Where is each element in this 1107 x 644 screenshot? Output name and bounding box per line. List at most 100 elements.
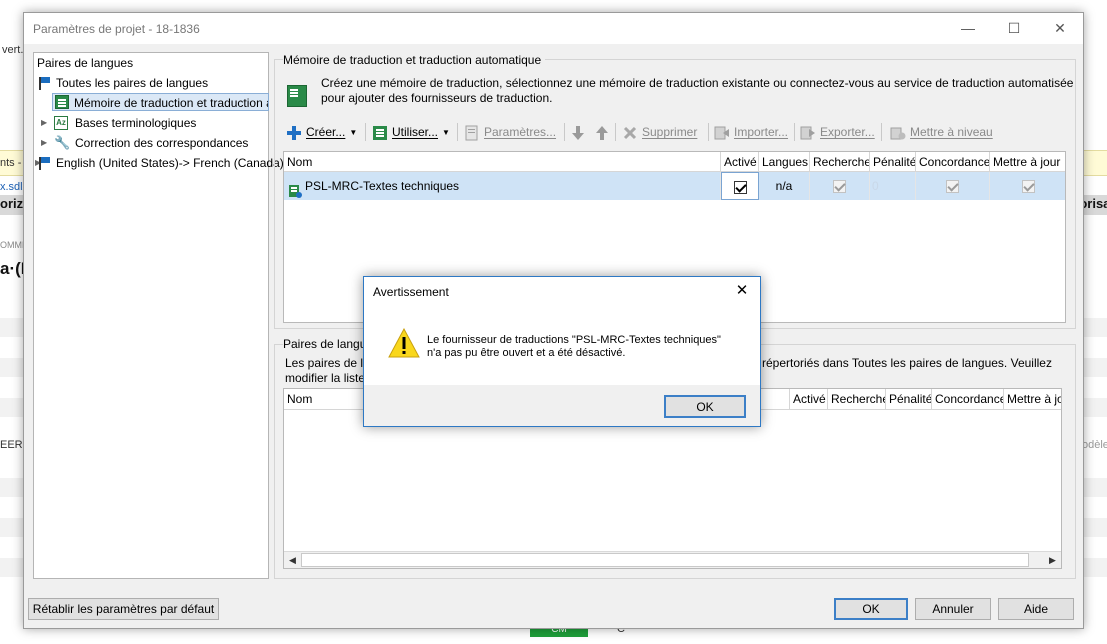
expand-arrow-icon[interactable]: ▶	[41, 114, 47, 132]
update-cell[interactable]	[990, 172, 1065, 200]
create-button[interactable]: Créer... ▼	[286, 120, 357, 144]
tm-section-title: Mémoire de traduction et traduction auto…	[283, 53, 546, 67]
settings-label: Paramètres...	[484, 125, 557, 139]
col-header-search[interactable]: Recherche	[828, 389, 886, 409]
search-cell[interactable]	[810, 172, 870, 200]
import-label: Importer...	[734, 125, 789, 139]
dialog-message-line: Le fournisseur de traductions "PSL-MRC-T…	[427, 334, 721, 346]
languages-cell: n/a	[759, 172, 810, 200]
col-header-concordance[interactable]: Concordance	[916, 152, 990, 172]
lp-description-right: répertoriés dans Toutes les paires de la…	[762, 356, 1052, 370]
tree-item-label: Bases terminologiques	[75, 116, 197, 130]
concordance-cell[interactable]	[916, 172, 990, 200]
col-header-search[interactable]: Recherche	[810, 152, 870, 172]
horizontal-scrollbar[interactable]: ◀ ▶	[284, 551, 1061, 568]
tm-description-line: Créez une mémoire de traduction, sélecti…	[321, 76, 1074, 90]
import-icon	[714, 125, 730, 141]
toolbar-separator	[457, 123, 458, 141]
upgrade-icon	[890, 125, 906, 141]
translation-memory-icon	[55, 95, 69, 109]
arrow-up-icon	[594, 125, 610, 141]
export-button[interactable]: Exporter...	[800, 120, 875, 144]
bg-fragment: EERI	[0, 439, 26, 451]
scroll-left-icon[interactable]: ◀	[285, 552, 300, 568]
col-header-languages[interactable]: Langues	[759, 152, 810, 172]
tm-description-line: pour ajouter des fournisseurs de traduct…	[321, 91, 553, 105]
toolbar-separator	[708, 123, 709, 141]
col-header-penalty[interactable]: Pénalité	[870, 152, 916, 172]
bg-fragment: odèle	[1082, 439, 1107, 451]
translation-memory-large-icon	[287, 85, 307, 107]
translation-memory-icon	[288, 180, 302, 198]
col-header-penalty[interactable]: Pénalité	[886, 389, 932, 409]
dropdown-arrow-icon[interactable]: ▼	[442, 128, 450, 137]
maximize-button[interactable]: ☐	[991, 13, 1037, 44]
settings-button[interactable]: Paramètres...	[464, 120, 556, 144]
settings-tree: Paires de langues Toutes les paires de l…	[33, 52, 284, 579]
tree-item-termbases[interactable]: Az Bases terminologiques	[54, 114, 264, 132]
dialog-close-icon[interactable]: ✕	[730, 281, 754, 299]
scroll-right-icon[interactable]: ▶	[1045, 552, 1060, 568]
tree-item-language-pair-en-fr[interactable]: English (United States)-> French (Canada…	[37, 154, 284, 172]
plus-icon	[286, 125, 302, 141]
bg-fragment: vert.	[2, 44, 24, 56]
col-header-update[interactable]: Mettre à jo	[1004, 389, 1061, 409]
settings-icon	[464, 125, 480, 141]
close-button[interactable]: ✕	[1037, 13, 1083, 44]
concordance-checkbox[interactable]	[946, 180, 959, 194]
table-row[interactable]: PSL-MRC-Textes techniques n/a 0	[284, 172, 1065, 200]
move-down-button[interactable]	[570, 120, 590, 144]
upgrade-button[interactable]: Mettre à niveau	[890, 120, 993, 144]
enabled-cell[interactable]	[721, 172, 759, 200]
tree-item-translation-memory[interactable]: Mémoire de traduction et traduction auto…	[52, 93, 269, 111]
delete-label: Supprimer	[642, 125, 698, 139]
col-header-enabled[interactable]: Activé	[721, 152, 759, 172]
export-icon	[800, 125, 816, 141]
minimize-button[interactable]: —	[945, 13, 991, 44]
create-label: Créer...	[306, 125, 346, 139]
tree-item-all-language-pairs[interactable]: Toutes les paires de langues	[37, 74, 265, 92]
reset-defaults-button[interactable]: Rétablir les paramètres par défaut	[28, 598, 219, 620]
arrow-down-icon	[570, 125, 586, 141]
dialog-title: Avertissement	[373, 285, 449, 299]
col-header-concordance[interactable]: Concordance	[932, 389, 1004, 409]
tree-item-match-repair[interactable]: 🔧 Correction des correspondances	[54, 134, 264, 152]
scrollbar-thumb[interactable]	[301, 553, 1029, 567]
tree-root-language-pairs[interactable]: Paires de langues	[37, 54, 133, 72]
enabled-checkbox[interactable]	[733, 181, 747, 195]
delete-button[interactable]: Supprimer	[622, 120, 697, 144]
tree-item-label: English (United States)-> French (Canada…	[56, 156, 284, 170]
dropdown-arrow-icon[interactable]: ▼	[349, 128, 357, 137]
toolbar-separator	[564, 123, 565, 141]
tm-name-cell[interactable]: PSL-MRC-Textes techniques	[284, 172, 721, 200]
ok-button[interactable]: OK	[834, 598, 908, 620]
tree-item-label: Correction des correspondances	[75, 136, 249, 150]
warning-dialog: Avertissement ✕ Le fournisseur de traduc…	[363, 276, 761, 427]
toolbar-separator	[794, 123, 795, 141]
dialog-titlebar[interactable]: Avertissement ✕	[364, 277, 760, 307]
col-header-enabled[interactable]: Activé	[790, 389, 828, 409]
dialog-ok-button[interactable]: OK	[664, 395, 746, 418]
search-checkbox[interactable]	[833, 180, 846, 194]
import-button[interactable]: Importer...	[714, 120, 788, 144]
lp-description-line: modifier la liste	[285, 371, 366, 385]
help-button[interactable]: Aide	[998, 598, 1074, 620]
expand-arrow-icon[interactable]: ▶	[41, 134, 47, 152]
col-header-update[interactable]: Mettre à jour	[990, 152, 1065, 172]
use-button[interactable]: Utiliser... ▼	[372, 120, 450, 144]
update-checkbox[interactable]	[1022, 180, 1035, 194]
translation-memory-icon	[372, 125, 388, 141]
penalty-cell[interactable]: 0	[870, 172, 916, 200]
warning-icon	[388, 327, 420, 358]
upgrade-label: Mettre à niveau	[910, 125, 993, 139]
dialog-message-line: n'a pas pu être ouvert et a été désactiv…	[427, 347, 626, 359]
dialog-message: Le fournisseur de traductions "PSL-MRC-T…	[427, 334, 721, 360]
cancel-button[interactable]: Annuler	[915, 598, 991, 620]
toolbar-separator	[881, 123, 882, 141]
move-up-button[interactable]	[594, 120, 614, 144]
window-titlebar[interactable]: Paramètres de projet - 18-1836 — ☐ ✕	[24, 13, 1083, 44]
flag-icon	[37, 156, 51, 170]
tree-item-label: Toutes les paires de langues	[56, 76, 209, 90]
col-header-name[interactable]: Nom	[284, 152, 721, 172]
window-title: Paramètres de projet - 18-1836	[33, 22, 200, 36]
